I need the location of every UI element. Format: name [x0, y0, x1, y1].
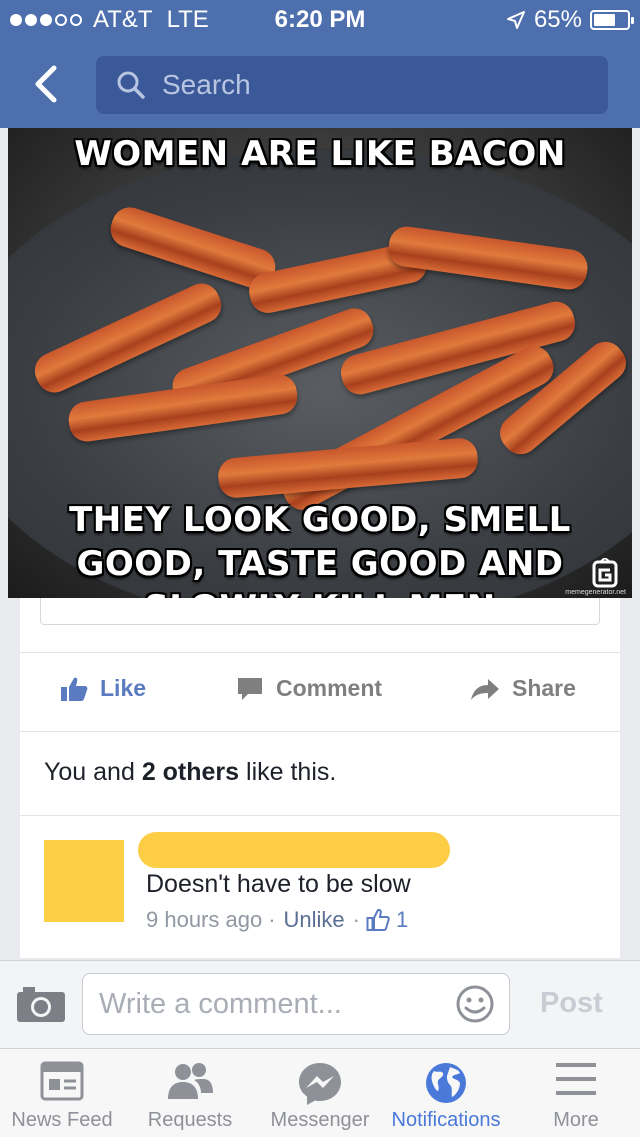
search-placeholder: Search [162, 69, 251, 100]
post-actions: Like Comment Share [20, 652, 620, 732]
comment-label: Comment [276, 675, 383, 701]
news-feed-icon [40, 1061, 84, 1101]
divider [20, 815, 620, 816]
tab-bar: News Feed Requests Messenger Notificatio… [0, 1048, 640, 1137]
tab-label: Requests [147, 1109, 233, 1131]
search-input[interactable]: Search [96, 56, 608, 114]
tab-news-feed[interactable]: News Feed [0, 1049, 124, 1137]
commenter-name-redacted [138, 832, 450, 868]
likes-suffix: like this. [246, 758, 337, 786]
tab-more[interactable]: More [514, 1049, 638, 1137]
share-label: Share [512, 675, 576, 701]
comment-composer: Write a comment... Post [0, 960, 640, 1049]
tab-label: Notifications [391, 1109, 501, 1131]
like-label: Like [100, 675, 147, 701]
status-bar: AT&T LTE 6:20 PM 65% [0, 0, 640, 40]
location-arrow-icon [506, 11, 525, 29]
post-button[interactable]: Post [540, 987, 603, 1020]
back-button[interactable] [28, 64, 68, 104]
globe-icon [426, 1063, 466, 1103]
friends-icon [168, 1063, 213, 1099]
commenter-avatar[interactable] [44, 840, 124, 922]
comment-meta: 9 hours ago · Unlike · 1 [146, 907, 408, 933]
likes-summary[interactable]: You and 2 others like this. [44, 758, 336, 787]
top-bar: AT&T LTE 6:20 PM 65% Search [0, 0, 640, 128]
tab-requests[interactable]: Requests [128, 1049, 252, 1137]
menu-icon [556, 1063, 596, 1095]
battery-percent: 65% [533, 6, 582, 33]
comment-like-count[interactable]: 1 [396, 907, 408, 933]
thumbs-up-outline-icon [366, 908, 390, 931]
messenger-icon [299, 1063, 341, 1105]
tab-label: Messenger [270, 1109, 370, 1131]
like-button[interactable]: Like [60, 675, 146, 702]
camera-icon[interactable] [16, 985, 66, 1023]
emoji-smiley-icon[interactable] [455, 984, 495, 1024]
comment-time: 9 hours ago [146, 907, 263, 932]
meta-separator: · [268, 907, 276, 932]
meme-image[interactable]: WOMEN ARE LIKE BACON THEY LOOK GOOD, SME… [8, 128, 632, 598]
likes-others: 2 others [141, 758, 240, 786]
comment-text: Doesn't have to be slow [146, 870, 411, 898]
thumbs-up-icon [61, 677, 88, 701]
search-icon [117, 71, 145, 99]
battery-icon [590, 10, 634, 30]
link-preview-box[interactable] [40, 598, 600, 625]
tab-messenger[interactable]: Messenger [258, 1049, 382, 1137]
tab-label: News Feed [11, 1109, 113, 1131]
memegenerator-logo-icon [592, 558, 618, 588]
tab-notifications[interactable]: Notifications [384, 1049, 508, 1137]
tab-label: More [553, 1109, 599, 1131]
comment-bubble-icon [238, 677, 262, 700]
share-button[interactable]: Share [470, 675, 576, 702]
share-arrow-icon [471, 678, 499, 700]
meme-bottom-caption: THEY LOOK GOOD, SMELL GOOD, TASTE GOOD A… [69, 500, 571, 598]
comment-placeholder: Write a comment... [99, 988, 342, 1020]
comment-input[interactable]: Write a comment... [82, 973, 510, 1035]
meme-top-caption: WOMEN ARE LIKE BACON [74, 134, 566, 174]
comment-button[interactable]: Comment [236, 675, 382, 702]
meme-watermark: memegenerator.net [565, 589, 626, 596]
meta-separator: · [352, 907, 360, 932]
likes-prefix: You and [44, 758, 135, 786]
unlike-link[interactable]: Unlike [284, 907, 345, 933]
